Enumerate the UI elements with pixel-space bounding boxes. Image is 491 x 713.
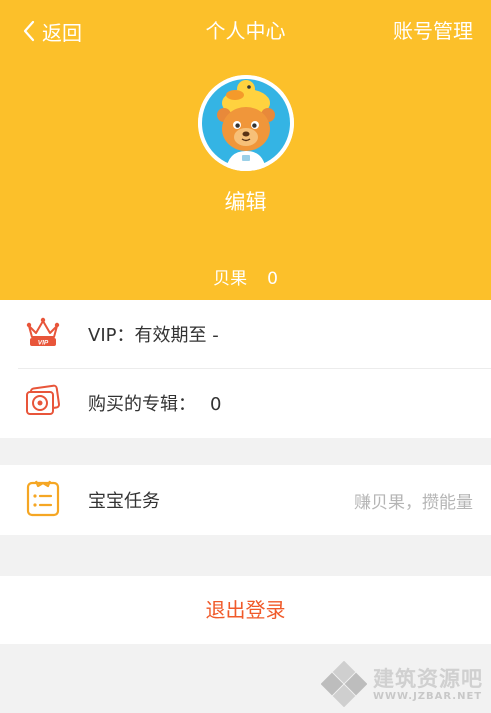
albums-label: 购买的专辑： — [88, 394, 196, 415]
baby-task-hint: 赚贝果，攒能量 — [354, 492, 473, 513]
watermark: 建筑资源吧 WWW.JZBAR.NET — [321, 661, 483, 707]
beiguo-label: 贝果 — [213, 269, 248, 289]
logout-button[interactable]: 退出登录 — [0, 576, 491, 644]
albums-row[interactable]: 购买的专辑： 0 — [0, 369, 491, 437]
watermark-en: WWW.JZBAR.NET — [373, 690, 483, 702]
vip-label: VIP： — [88, 325, 135, 346]
vip-value: 有效期至 - — [134, 325, 219, 346]
albums-value: 0 — [210, 394, 222, 415]
vip-row[interactable]: VIP VIP：有效期至 - — [0, 300, 491, 368]
crown-icon: VIP — [24, 317, 62, 351]
albums-text: 购买的专辑： 0 — [88, 390, 221, 416]
beiguo-value: 0 — [267, 269, 278, 289]
beiguo-balance: 贝果 0 — [0, 264, 491, 289]
clipboard-icon — [24, 478, 62, 522]
vip-text: VIP：有效期至 - — [88, 321, 219, 347]
baby-task-row[interactable]: 宝宝任务 赚贝果，攒能量 — [0, 465, 491, 535]
avatar[interactable] — [198, 75, 294, 171]
account-management-button[interactable]: 账号管理 — [393, 16, 473, 46]
info-card: VIP VIP：有效期至 - 购买的专辑： 0 — [0, 300, 491, 438]
baby-task-label: 宝宝任务 — [88, 491, 160, 512]
watermark-cn: 建筑资源吧 — [373, 666, 483, 691]
profile-header: 返回 个人中心 账号管理 编辑 贝果 0 — [0, 0, 491, 300]
bear-avatar-icon — [198, 75, 294, 171]
diamond-logo-icon — [321, 661, 367, 707]
svg-text:VIP: VIP — [38, 340, 49, 347]
edit-profile-button[interactable]: 编辑 — [0, 186, 491, 216]
album-icon — [24, 384, 62, 422]
task-card: 宝宝任务 赚贝果，攒能量 — [0, 465, 491, 535]
